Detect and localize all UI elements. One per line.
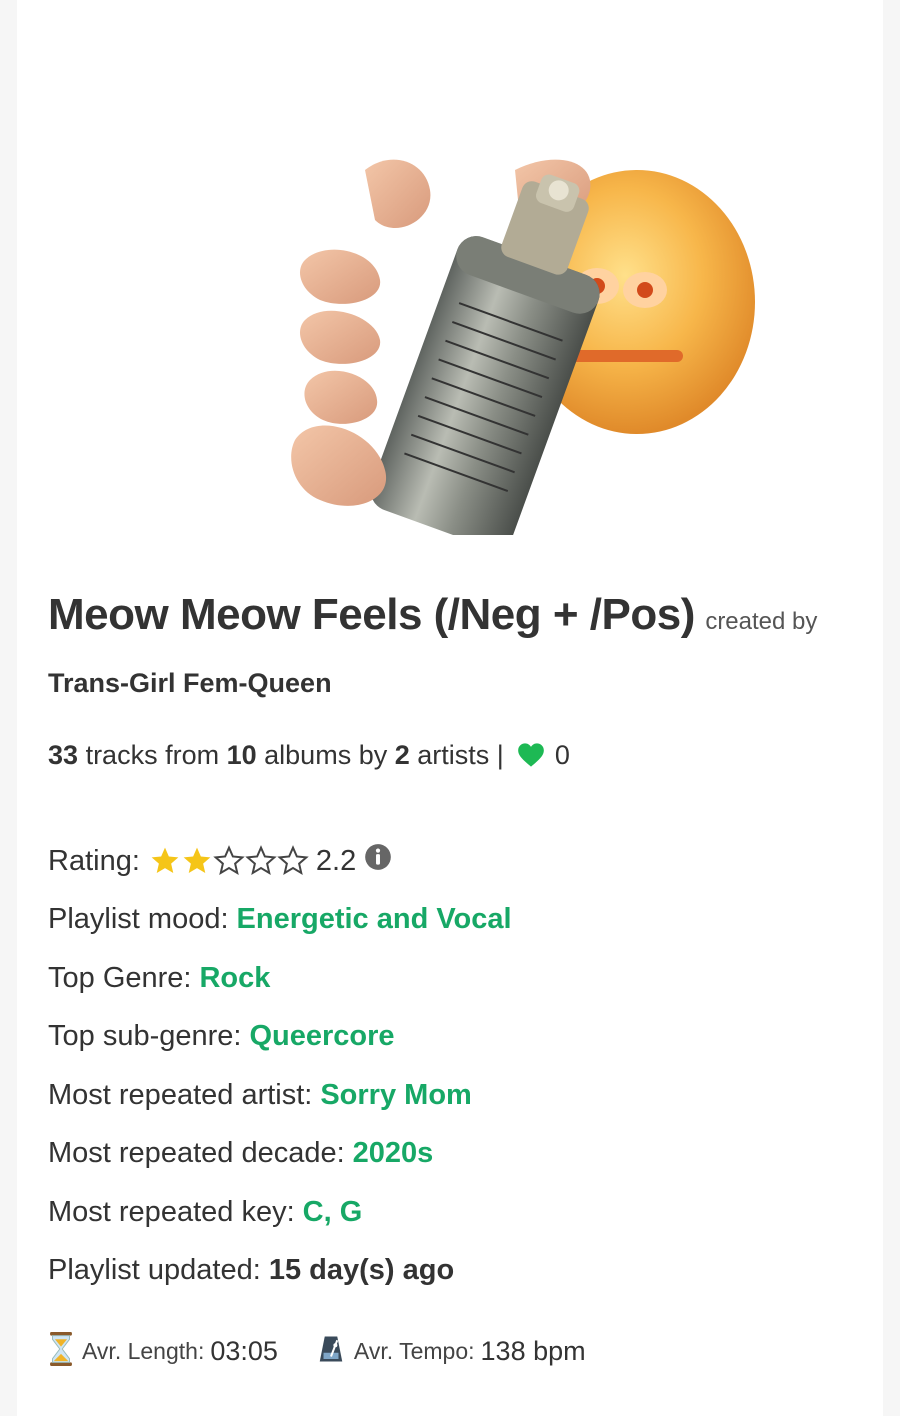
avg-tempo-value: 138 bpm — [480, 1336, 586, 1366]
playlist-footer: Avr. Length: 03:05 Avr. Tempo: 138 bpm — [48, 1332, 586, 1371]
star-filled-icon — [183, 847, 211, 874]
decade-link[interactable]: 2020s — [353, 1137, 434, 1170]
genre-label: Top Genre: — [48, 961, 192, 994]
artist-label: Most repeated artist: — [48, 1078, 313, 1111]
playlist-card: Meow Meow Feels (/Neg + /Pos) created by… — [17, 0, 883, 1416]
artist-link[interactable]: Sorry Mom — [320, 1079, 471, 1112]
hourglass-icon — [48, 1332, 74, 1371]
creator-link[interactable]: Trans-Girl Fem-Queen — [48, 668, 332, 699]
updated-row: Playlist updated: 15 day(s) ago — [48, 1242, 512, 1301]
mood-label: Playlist mood: — [48, 903, 229, 936]
heart-icon[interactable] — [517, 742, 545, 775]
rating-row: Rating: 2.2 — [48, 832, 512, 891]
mood-link[interactable]: Energetic and Vocal — [237, 903, 512, 936]
playlist-details: Rating: 2.2 Playlist mood: Energetic and… — [48, 832, 512, 1300]
avg-length-label: Avr. Length: — [82, 1338, 205, 1364]
subgenre-label: Top sub-genre: — [48, 1020, 242, 1053]
playlist-stats: 33 tracks from 10 albums by 2 artists | … — [48, 740, 570, 775]
genre-link[interactable]: Rock — [199, 962, 270, 995]
avg-length-value: 03:05 — [210, 1336, 278, 1366]
created-by-label: created by — [705, 608, 818, 635]
star-empty-icon — [213, 845, 245, 876]
star-empty-icon — [245, 845, 277, 876]
subgenre-row: Top sub-genre: Queercore — [48, 1008, 512, 1067]
mood-row: Playlist mood: Energetic and Vocal — [48, 891, 512, 950]
decade-row: Most repeated decade: 2020s — [48, 1125, 512, 1184]
decade-label: Most repeated decade: — [48, 1137, 345, 1170]
updated-value: 15 day(s) ago — [268, 1254, 455, 1287]
info-icon[interactable] — [364, 843, 392, 879]
artist-count: 2 — [394, 740, 410, 770]
playlist-title: Meow Meow Feels (/Neg + /Pos) — [48, 590, 695, 639]
playlist-title-row: Meow Meow Feels (/Neg + /Pos) created by — [48, 590, 868, 640]
subgenre-link[interactable]: Queercore — [249, 1020, 394, 1053]
like-count: 0 — [554, 740, 570, 770]
track-count: 33 — [48, 740, 79, 770]
rating-value: 2.2 — [315, 844, 357, 877]
key-row: Most repeated key: C, G — [48, 1183, 512, 1242]
rating-stars[interactable] — [148, 845, 309, 877]
album-count: 10 — [226, 740, 257, 770]
tracks-label: tracks from — [85, 740, 220, 770]
artist-row: Most repeated artist: Sorry Mom — [48, 1066, 512, 1125]
key-link[interactable]: C, G — [303, 1196, 363, 1229]
playlist-cover-image[interactable] — [265, 150, 765, 535]
key-label: Most repeated key: — [48, 1195, 295, 1228]
albums-label: albums by — [264, 740, 388, 770]
star-filled-icon — [151, 847, 179, 874]
updated-label: Playlist updated: — [48, 1254, 261, 1287]
metronome-icon — [316, 1334, 346, 1369]
genre-row: Top Genre: Rock — [48, 949, 512, 1008]
star-empty-icon — [277, 845, 309, 876]
rating-label: Rating: — [48, 844, 140, 877]
avg-tempo-label: Avr. Tempo: — [353, 1338, 475, 1364]
artists-label: artists | — [417, 740, 504, 770]
